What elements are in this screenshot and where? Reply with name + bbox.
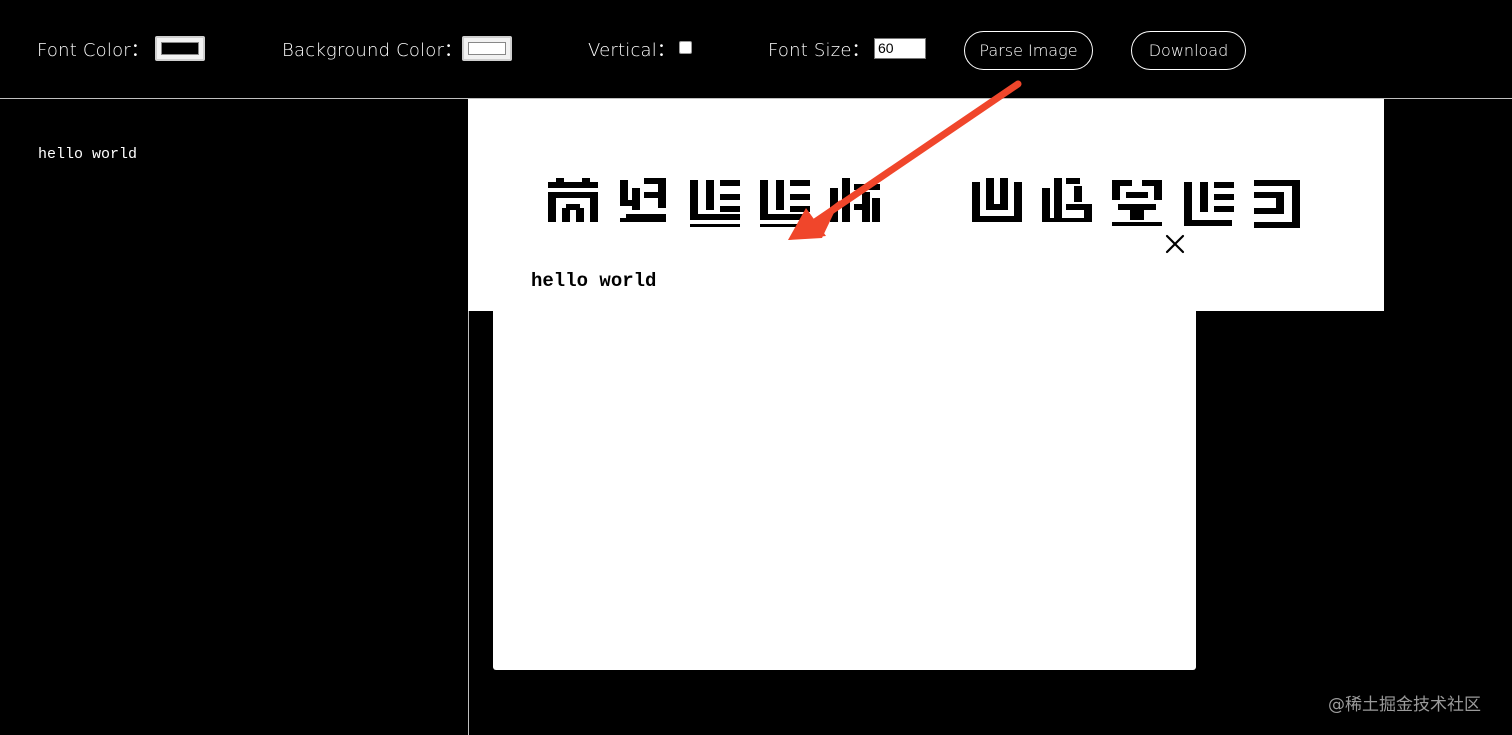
watermark: @稀土掘金技术社区 (1328, 695, 1481, 715)
vertical-checkbox[interactable] (679, 41, 692, 54)
background-color-swatch (468, 42, 506, 55)
parse-image-button[interactable]: Parse Image (964, 31, 1093, 70)
preview-text: hello world (531, 270, 657, 292)
rendered-glyph-image (548, 178, 1300, 228)
close-preview-button[interactable] (1162, 231, 1188, 257)
close-icon (1165, 234, 1185, 254)
background-color-picker[interactable] (462, 36, 512, 61)
background-color-label: Background Color： (282, 40, 463, 61)
text-editor[interactable]: hello world (38, 146, 137, 163)
download-label: Download (1148, 41, 1229, 60)
font-color-label: Font Color： (37, 40, 150, 61)
font-size-label: Font Size： (768, 40, 870, 61)
vertical-label: Vertical： (588, 40, 676, 61)
parse-image-label: Parse Image (979, 41, 1078, 60)
font-color-picker[interactable] (155, 36, 205, 61)
download-button[interactable]: Download (1131, 31, 1246, 70)
toolbar: Font Color： Background Color： Vertical： … (0, 0, 1512, 99)
font-color-swatch (161, 42, 199, 55)
font-size-input[interactable]: 60 (874, 38, 926, 59)
